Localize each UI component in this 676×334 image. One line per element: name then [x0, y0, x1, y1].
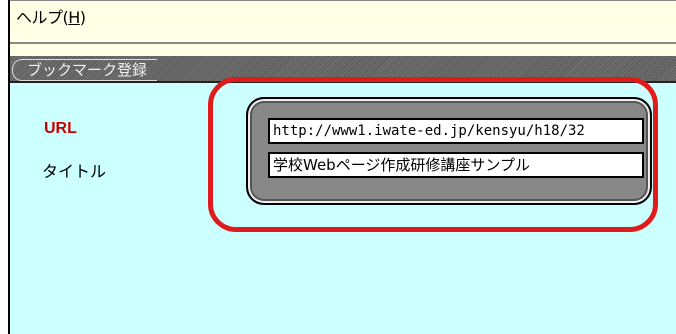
menu-help-close: ) — [79, 8, 86, 27]
url-label: URL — [44, 120, 77, 137]
application-window: ヘルプ(H) ブックマーク登録 URL タイトル http://www1.iwa… — [8, 0, 676, 334]
bookmark-form: URL タイトル http://www1.iwate-ed.jp/kensyu/… — [10, 77, 676, 334]
menu-gap — [10, 44, 676, 56]
menu-help[interactable]: ヘルプ(H) — [16, 4, 86, 28]
highlight-annotation — [208, 77, 658, 232]
title-label: タイトル — [42, 162, 107, 181]
menu-help-label: ヘルプ( — [16, 8, 69, 27]
dialog-title: ブックマーク登録 — [12, 59, 158, 81]
menu-help-accelerator: H — [68, 8, 80, 27]
menu-bar: ヘルプ(H) — [10, 0, 676, 44]
